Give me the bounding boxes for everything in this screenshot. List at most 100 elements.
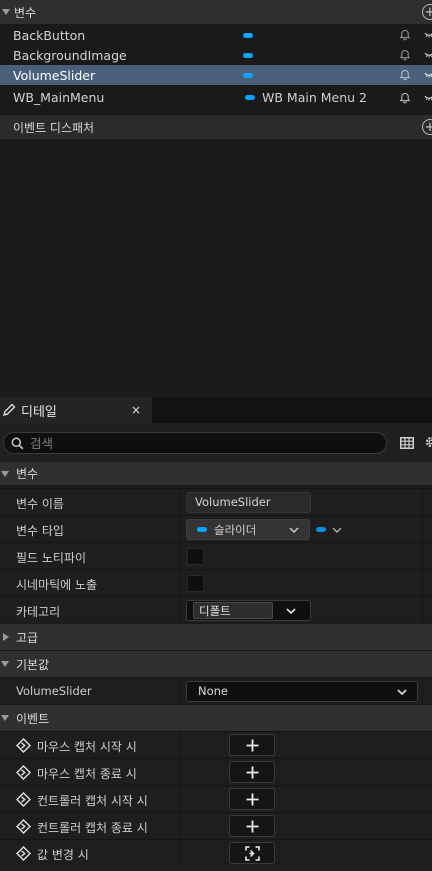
details-tab-bar: 디테일 ×: [0, 397, 432, 423]
property-row-category: 카테고리 디폴트: [0, 596, 432, 624]
property-label: VolumeSlider: [16, 684, 92, 698]
variable-type-dropdown[interactable]: 슬라이더: [186, 519, 310, 540]
variable-name: BackButton: [13, 27, 86, 43]
column-divider: [180, 516, 181, 543]
variable-type-value: 슬라이더: [214, 523, 257, 537]
category-value: 디폴트: [199, 604, 231, 618]
property-row-volumeslider-default: VolumeSlider None: [0, 677, 432, 705]
tab-details[interactable]: 디테일 ×: [0, 397, 152, 423]
event-row: 컨트롤러 캡처 종료 시: [0, 812, 432, 840]
bell-icon[interactable]: [399, 49, 411, 61]
category-events[interactable]: 이벤트: [0, 704, 432, 731]
bell-icon[interactable]: [399, 69, 411, 81]
category-title: 기본값: [16, 657, 50, 672]
event-diamond-icon: [16, 792, 31, 807]
category-default-value[interactable]: 기본값: [0, 650, 432, 677]
column-divider: [180, 732, 181, 759]
column-divider: [180, 543, 181, 570]
panel-bottom-edge: [0, 866, 432, 871]
column-divider: [422, 570, 423, 597]
property-label: 변수 이름: [16, 497, 64, 511]
variable-name: VolumeSlider: [13, 67, 96, 83]
variable-row-backbutton[interactable]: BackButton: [0, 25, 432, 45]
pencil-icon: [3, 403, 16, 416]
default-value-dropdown[interactable]: None: [186, 681, 418, 702]
event-label: 컨트롤러 캡처 종료 시: [37, 821, 148, 835]
event-diamond-icon: [16, 738, 31, 753]
eye-closed-icon[interactable]: [424, 93, 432, 103]
eye-closed-icon[interactable]: [424, 70, 432, 80]
bell-icon[interactable]: [399, 92, 411, 104]
property-label: 필드 노티파이: [16, 551, 87, 565]
variable-name: WB_MainMenu: [13, 90, 105, 105]
variables-section-header[interactable]: 변수 +: [0, 0, 432, 24]
bell-icon[interactable]: [399, 29, 411, 41]
expose-to-cinematics-checkbox[interactable]: [187, 575, 204, 592]
add-event-button[interactable]: [229, 761, 275, 783]
add-event-button[interactable]: [229, 815, 275, 837]
column-divider: [422, 678, 423, 705]
variable-row-volumeslider[interactable]: VolumeSlider: [0, 65, 432, 85]
column-divider: [180, 813, 181, 840]
container-type-pill-icon[interactable]: [316, 527, 326, 532]
category-title: 이벤트: [16, 711, 50, 726]
eye-closed-icon[interactable]: [424, 50, 432, 60]
column-divider: [180, 570, 181, 597]
event-dispatchers-section-header[interactable]: 이벤트 디스패처 +: [0, 115, 432, 139]
event-label: 마우스 캡처 시작 시: [37, 740, 137, 754]
event-row: 컨트롤러 캡처 시작 시: [0, 785, 432, 813]
category-title: 고급: [16, 630, 39, 645]
category-combo[interactable]: 디폴트: [186, 600, 311, 621]
category-variable[interactable]: 변수: [0, 461, 432, 485]
close-tab-icon[interactable]: ×: [131, 403, 141, 417]
search-input[interactable]: [30, 435, 370, 451]
chevron-down-icon: [397, 689, 407, 696]
chevron-down-icon[interactable]: [332, 525, 342, 535]
add-variable-icon[interactable]: +: [422, 4, 432, 20]
category-text-input[interactable]: 디폴트: [193, 602, 273, 619]
property-label: 변수 타입: [16, 524, 64, 538]
search-icon: [11, 437, 24, 450]
variable-row-backgroundimage[interactable]: BackgroundImage: [0, 45, 432, 65]
expand-arrow-icon[interactable]: [1, 470, 9, 477]
gear-icon[interactable]: [424, 435, 432, 449]
property-row-field-notify: 필드 노티파이: [0, 542, 432, 570]
column-divider: [422, 543, 423, 570]
variable-name-field[interactable]: VolumeSlider: [186, 492, 311, 513]
event-diamond-icon: [16, 765, 31, 780]
column-divider: [422, 597, 423, 624]
collapse-arrow-icon[interactable]: [2, 9, 10, 15]
property-row-variable-name: 변수 이름 VolumeSlider: [0, 488, 432, 516]
chevron-down-icon[interactable]: [286, 606, 296, 616]
add-dispatcher-icon[interactable]: +: [422, 119, 432, 135]
variable-row-wb-mainmenu[interactable]: WB_MainMenu WB Main Menu 2: [0, 87, 432, 108]
search-box[interactable]: [3, 432, 387, 454]
variables-section-title: 변수: [14, 5, 37, 20]
property-label: 시네마틱에 노출: [16, 578, 98, 592]
column-divider: [180, 678, 181, 705]
column-divider: [180, 786, 181, 813]
add-event-button[interactable]: [229, 788, 275, 810]
column-divider: [180, 840, 181, 867]
eye-closed-icon[interactable]: [424, 30, 432, 40]
event-label: 마우스 캡처 종료 시: [37, 767, 137, 781]
expand-arrow-icon[interactable]: [3, 633, 9, 641]
view-bound-event-button[interactable]: [229, 842, 275, 864]
plus-icon: [246, 739, 258, 751]
object-type-pill-icon: [245, 95, 255, 100]
event-diamond-icon: [16, 819, 31, 834]
field-notify-checkbox[interactable]: [187, 548, 204, 565]
event-label: 값 변경 시: [37, 848, 89, 862]
event-row: 값 변경 시: [0, 839, 432, 867]
variable-name: BackgroundImage: [13, 47, 127, 63]
event-diamond-icon: [16, 846, 31, 861]
category-advanced[interactable]: 고급: [0, 623, 432, 650]
expand-arrow-icon[interactable]: [1, 661, 9, 667]
add-event-button[interactable]: [229, 734, 275, 756]
table-view-icon[interactable]: [400, 437, 414, 449]
chevron-down-icon: [289, 527, 299, 534]
column-divider: [422, 516, 423, 543]
column-divider: [422, 489, 423, 516]
expand-arrow-icon[interactable]: [1, 715, 9, 721]
object-type-pill-icon: [243, 33, 253, 38]
